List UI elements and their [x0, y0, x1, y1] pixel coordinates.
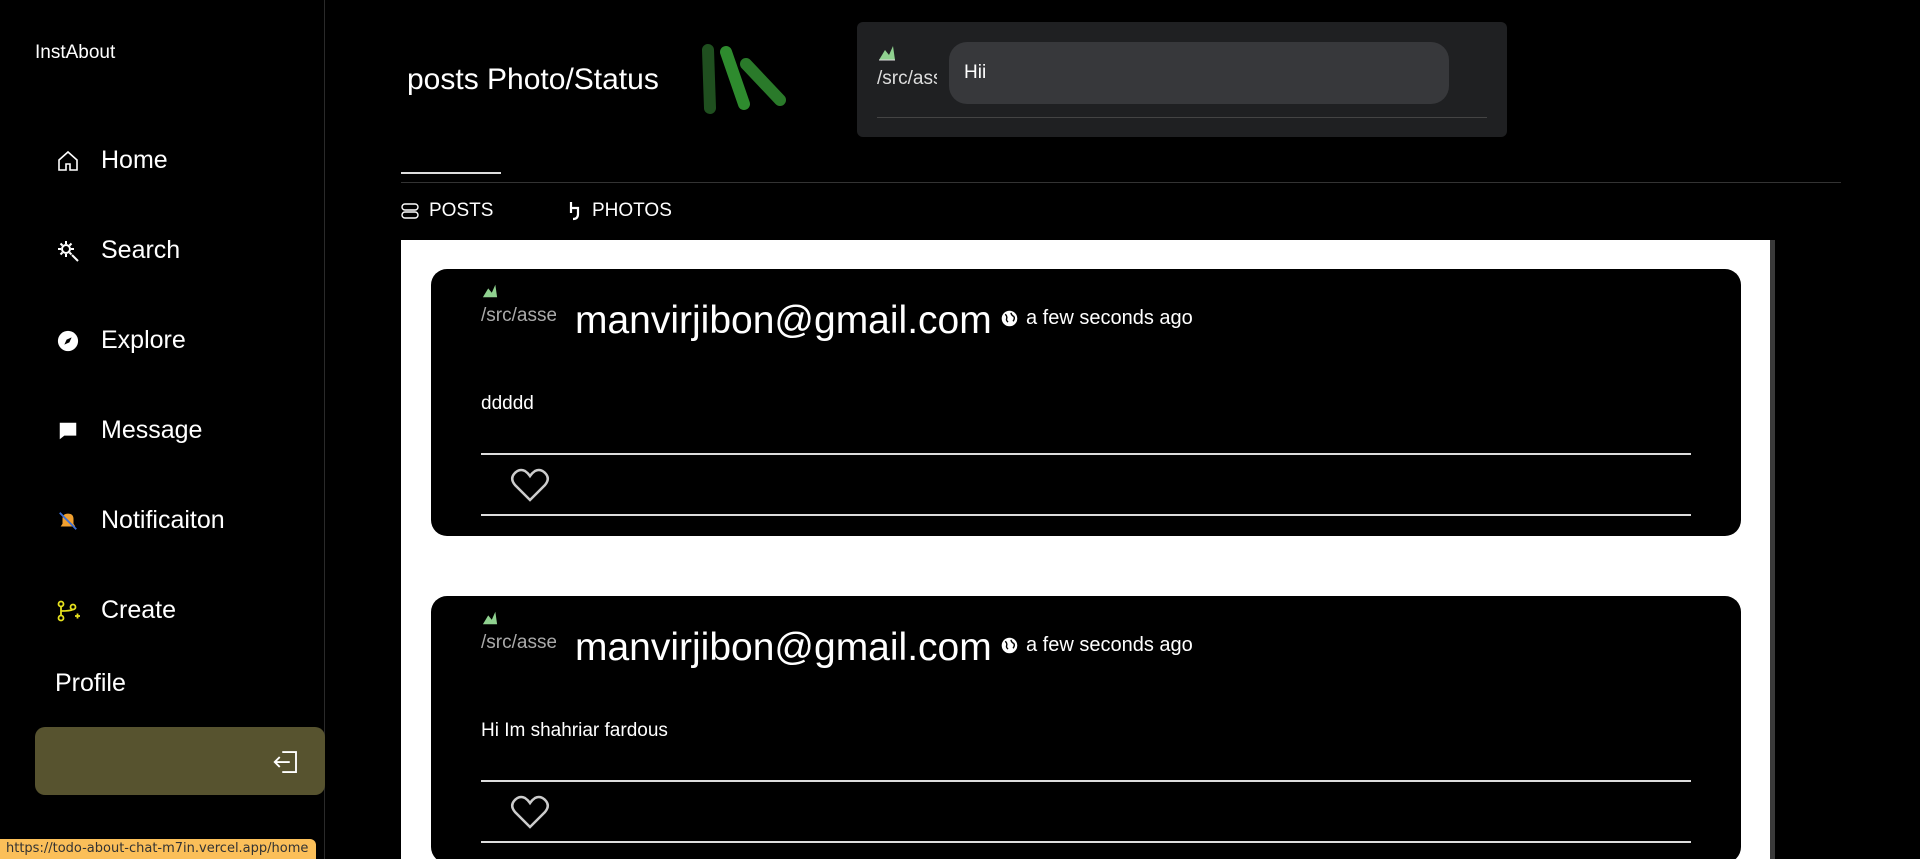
- post-timestamp: a few seconds ago: [1026, 307, 1193, 329]
- posts-feed: /src/assets manvirjibon@gmail.com a few …: [401, 240, 1774, 859]
- post-divider: [481, 841, 1691, 843]
- heart-icon[interactable]: [510, 467, 550, 508]
- search-settings-icon: [55, 238, 81, 264]
- sidebar-item-label: Search: [101, 236, 181, 264]
- brand-logo[interactable]: InstAbout: [35, 42, 115, 64]
- sidebar-item-explore[interactable]: Explore: [55, 326, 186, 355]
- sidebar: InstAbout Home Search Explore Message No…: [0, 0, 325, 859]
- sidebar-item-label: Notificaiton: [101, 506, 225, 534]
- avatar: /src/assets: [481, 283, 556, 327]
- sidebar-item-label: Create: [101, 596, 177, 624]
- heart-icon[interactable]: [510, 794, 550, 835]
- create-icon: [55, 598, 81, 624]
- avatar: /src/assets: [481, 610, 556, 654]
- post-meta: a few seconds ago: [1001, 307, 1193, 330]
- sidebar-item-home[interactable]: Home: [55, 146, 168, 175]
- logout-button[interactable]: [35, 727, 325, 795]
- sidebar-item-create[interactable]: Create: [55, 596, 176, 625]
- tabs-divider: [401, 182, 1841, 183]
- sidebar-item-label: Explore: [101, 326, 186, 354]
- globe-icon: [1001, 637, 1018, 654]
- post-body: ddddd: [481, 393, 534, 414]
- notification-icon: [55, 508, 81, 534]
- avatar-alt-text: /src/assets: [877, 68, 937, 89]
- post-divider: [481, 514, 1691, 516]
- tab-photos[interactable]: PHOTOS: [568, 200, 672, 222]
- posts-icon: [401, 203, 419, 219]
- tab-active-indicator: [401, 172, 501, 174]
- compass-icon: [55, 328, 81, 354]
- tab-label: PHOTOS: [592, 200, 672, 221]
- post-body: Hi Im shahriar fardous: [481, 720, 668, 741]
- sidebar-item-profile[interactable]: Profile: [55, 669, 126, 698]
- post-author[interactable]: manvirjibon@gmail.com: [575, 299, 992, 343]
- page-title: posts Photo/Status: [407, 63, 659, 96]
- status-composer: /src/assets: [857, 22, 1507, 137]
- post-divider: [481, 780, 1691, 782]
- post-card: /src/assets manvirjibon@gmail.com a few …: [431, 269, 1741, 536]
- tab-label: POSTS: [429, 200, 494, 221]
- post-meta: a few seconds ago: [1001, 634, 1193, 657]
- broken-image-icon: [482, 611, 498, 625]
- sidebar-item-notification[interactable]: Notificaiton: [55, 506, 225, 535]
- avatar: /src/assets: [877, 44, 937, 90]
- status-bar-url: https://todo-about-chat-m7in.vercel.app/…: [0, 839, 317, 859]
- post-divider: [481, 453, 1691, 455]
- sidebar-item-label: Message: [101, 416, 203, 444]
- post-card: /src/assets manvirjibon@gmail.com a few …: [431, 596, 1741, 859]
- message-icon: [55, 418, 81, 444]
- avatar-alt-text: /src/assets: [481, 632, 556, 653]
- broken-image-icon: [879, 46, 895, 61]
- globe-icon: [1001, 310, 1018, 327]
- brand-mark-icon: [696, 44, 792, 119]
- post-author[interactable]: manvirjibon@gmail.com: [575, 626, 992, 670]
- composer-divider: [877, 117, 1487, 118]
- post-timestamp: a few seconds ago: [1026, 634, 1193, 656]
- status-input[interactable]: [949, 42, 1449, 104]
- sidebar-item-label: Home: [101, 146, 168, 174]
- sidebar-item-search[interactable]: Search: [55, 236, 180, 265]
- avatar-alt-text: /src/assets: [481, 305, 556, 326]
- broken-image-icon: [482, 284, 498, 298]
- photos-icon: [568, 201, 582, 221]
- sidebar-item-message[interactable]: Message: [55, 416, 202, 445]
- tab-posts[interactable]: POSTS: [401, 200, 493, 222]
- feed-scrollbar[interactable]: [1770, 240, 1775, 859]
- home-icon: [55, 148, 81, 174]
- logout-icon: [271, 747, 301, 782]
